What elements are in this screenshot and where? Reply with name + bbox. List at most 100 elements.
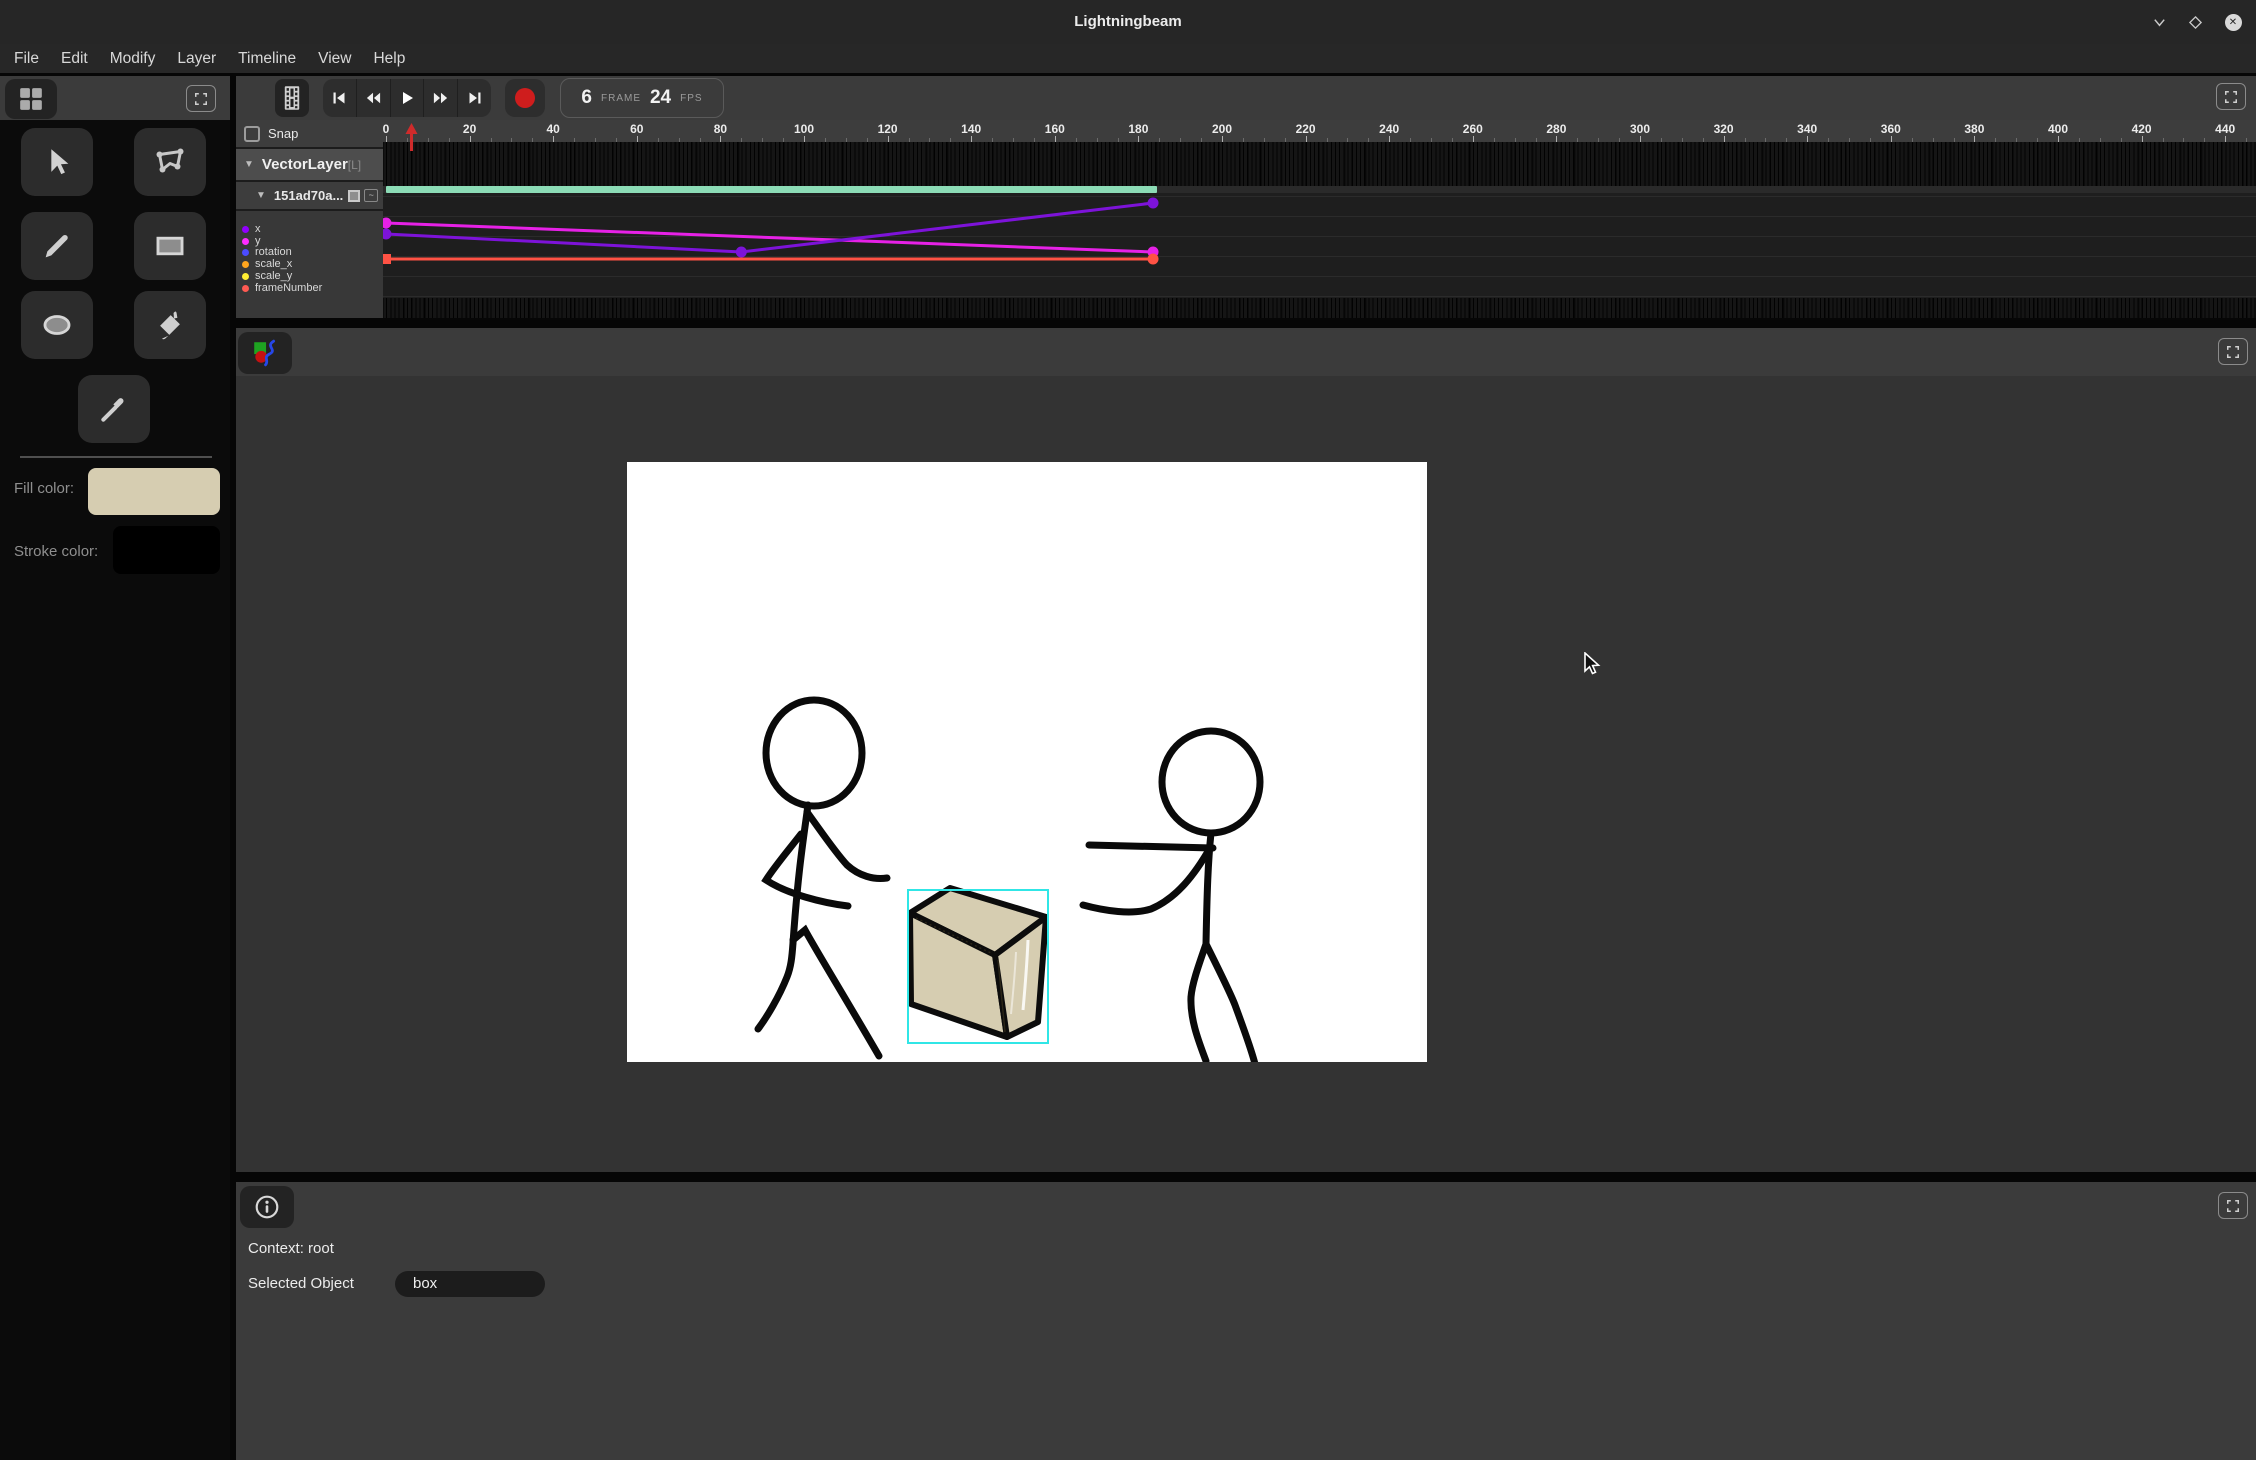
stroke-color-label: Stroke color: [14,543,98,560]
snap-label: Snap [268,126,298,141]
property-row-scale_y[interactable]: scale_y [242,270,292,282]
fullscreen-icon [194,92,208,106]
timeline-tracks[interactable]: 0204060801001201401601802002202402602803… [383,120,2256,318]
snap-checkbox[interactable] [244,126,260,142]
timeline-panel: 6 FRAME 24 FPS Snap ▼ VectorLayer [L] ▼ [236,76,2256,318]
timeline-panel-button[interactable] [275,79,309,117]
layer-row[interactable]: ▼ VectorLayer [L] [236,149,383,180]
play-button[interactable] [391,79,425,117]
box-object[interactable] [910,888,1046,1037]
playhead[interactable] [405,123,418,156]
stage-artwork [627,462,1427,1062]
object-row[interactable]: ▼ 151ad70a... ~ [236,182,383,209]
info-panel-button[interactable] [240,1186,294,1228]
stage[interactable] [627,462,1427,1062]
skip-start-button[interactable] [323,79,357,117]
tool-select[interactable] [21,128,93,196]
menu-timeline[interactable]: Timeline [227,44,307,73]
tool-eyedropper[interactable] [78,375,150,443]
object-color-swatch[interactable] [348,190,360,202]
stick-figure-right[interactable] [1083,731,1260,1062]
fill-color-swatch[interactable] [88,468,220,515]
menu-file[interactable]: File [3,44,50,73]
diamond-icon [2188,15,2203,30]
selected-object-value[interactable]: box [395,1271,545,1297]
play-icon [399,90,415,106]
sidebar-divider [20,456,212,458]
record-button[interactable] [505,79,545,117]
menu-layer[interactable]: Layer [166,44,227,73]
maximize-button[interactable] [2186,13,2204,31]
scene-panel-button[interactable] [238,332,292,374]
object-ease-button[interactable]: ~ [364,189,378,202]
property-name: scale_y [255,270,292,282]
tool-rectangle[interactable] [134,212,206,280]
snap-row: Snap [236,120,383,147]
property-name: scale_x [255,258,292,270]
property-name: frameNumber [255,282,322,294]
timeline-toolbar: 6 FRAME 24 FPS [236,76,2256,120]
fullscreen-icon [2226,1199,2240,1213]
timeline-curves [383,120,2256,318]
property-name: rotation [255,246,292,258]
keyframe-frameNumber[interactable] [1148,254,1159,265]
skip-start-icon [331,90,347,106]
tool-paint-bucket[interactable] [134,291,206,359]
pencil-icon [40,229,74,263]
property-color-dot [242,285,249,292]
minimize-button[interactable] [2150,13,2168,31]
transform-path-icon [152,144,188,180]
titlebar: Lightningbeam ✕ [0,0,2256,44]
inspector-fullscreen-button[interactable] [2218,1192,2248,1219]
keyframe-frameNumber[interactable] [383,254,391,264]
property-color-dot [242,261,249,268]
fast-forward-button[interactable] [424,79,458,117]
rewind-icon [365,90,382,106]
property-row-frameNumber[interactable]: frameNumber [242,282,322,294]
property-row-scale_x[interactable]: scale_x [242,258,292,270]
property-color-dot [242,238,249,245]
canvas-fullscreen-button[interactable] [2218,338,2248,365]
keyframe-x[interactable] [383,229,392,240]
eyedropper-icon [98,393,130,425]
selected-object-row: Selected Object box [248,1275,354,1292]
mouse-cursor [1583,652,1601,683]
frame-number: 6 [581,87,592,109]
transport-controls [323,79,491,117]
sidebar-fullscreen-button[interactable] [186,85,216,112]
paint-bucket-icon [153,308,187,342]
tool-sidebar: Fill color: Stroke color: [0,76,230,1460]
timeline-fullscreen-button[interactable] [2216,83,2246,110]
menu-modify[interactable]: Modify [99,44,167,73]
ellipse-icon [40,308,74,342]
fast-forward-icon [432,90,449,106]
collapse-triangle-icon[interactable]: ▼ [244,159,254,170]
timeline-label-column: Snap ▼ VectorLayer [L] ▼ 151ad70a... ~ x… [236,120,383,318]
window-title: Lightningbeam [0,0,2256,44]
collapse-triangle-icon[interactable]: ▼ [256,190,266,201]
menu-view[interactable]: View [307,44,362,73]
tool-transform[interactable] [134,128,206,196]
menu-help[interactable]: Help [362,44,416,73]
cursor-arrow-icon [40,145,74,179]
tool-ellipse[interactable] [21,291,93,359]
panel-grid-button[interactable] [5,79,57,119]
property-row-x[interactable]: x [242,223,261,235]
property-list: xyrotationscale_xscale_yframeNumber [236,211,383,318]
rewind-button[interactable] [357,79,391,117]
close-button[interactable]: ✕ [2224,13,2242,31]
keyframe-x[interactable] [736,247,747,258]
fps-number: 24 [650,87,671,109]
property-row-rotation[interactable]: rotation [242,246,292,258]
vector-scene-icon [251,339,279,367]
keyframe-x[interactable] [1148,198,1159,209]
tool-draw[interactable] [21,212,93,280]
frame-fps-display: 6 FRAME 24 FPS [560,78,724,118]
keyframe-y[interactable] [383,218,392,229]
canvas-panel [236,328,2256,1172]
menu-edit[interactable]: Edit [50,44,99,73]
grid-icon [18,86,44,112]
stick-figure-left[interactable] [758,700,887,1056]
skip-end-button[interactable] [458,79,491,117]
stroke-color-swatch[interactable] [113,526,220,574]
